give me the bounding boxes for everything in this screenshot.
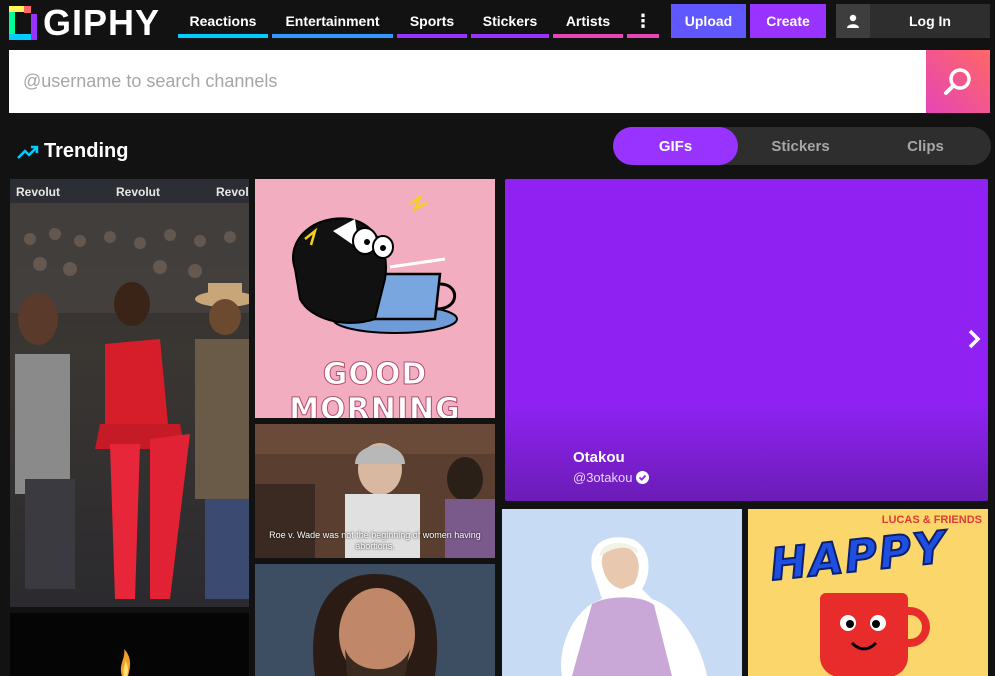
nav-reactions[interactable]: Reactions bbox=[178, 4, 268, 38]
login-button[interactable]: Log In bbox=[836, 4, 990, 38]
nav-stickers[interactable]: Stickers bbox=[471, 4, 549, 38]
giphy-logo[interactable]: GIPHY bbox=[9, 5, 160, 41]
crowd-image bbox=[10, 203, 249, 599]
happy-text: HAPPY bbox=[767, 521, 951, 592]
search-input[interactable] bbox=[9, 50, 926, 113]
channel-handle: @3otakou bbox=[573, 470, 633, 485]
channel-name: Otakou bbox=[573, 449, 625, 466]
dancing-woman-image bbox=[561, 537, 707, 676]
gif-tile-portrait[interactable] bbox=[255, 564, 495, 676]
tab-gifs[interactable]: GIFs bbox=[613, 127, 738, 165]
portrait-image bbox=[255, 564, 495, 676]
search-icon bbox=[944, 67, 971, 95]
tab-clips[interactable]: Clips bbox=[863, 127, 988, 165]
gif-tile-congress[interactable]: Roe v. Wade was not the beginning of wom… bbox=[255, 424, 495, 558]
featured-channel-banner[interactable]: Otakou @3otakou bbox=[505, 179, 988, 501]
verified-icon bbox=[636, 471, 650, 484]
gif-tile-good-morning[interactable]: GOOD MORNING bbox=[255, 179, 495, 418]
main-nav: Reactions Entertainment Sports Stickers … bbox=[178, 4, 663, 38]
gif-tile-happy-mug[interactable]: HAPPY LUCAS & FRIENDS bbox=[748, 509, 988, 676]
logo-text: GIPHY bbox=[43, 2, 161, 43]
login-label: Log In bbox=[909, 13, 951, 29]
trending-heading: Trending bbox=[17, 140, 128, 163]
nav-more-icon[interactable]: ⋮ bbox=[627, 4, 659, 38]
lucas-friends-logo: LUCAS & FRIENDS bbox=[881, 514, 982, 526]
nav-entertainment[interactable]: Entertainment bbox=[272, 4, 393, 38]
gif-tile-crowd[interactable]: Revolut Revolut Revolu bbox=[10, 179, 249, 607]
mug-handle bbox=[900, 607, 930, 647]
channel-handle-row: @3otakou bbox=[573, 470, 650, 485]
nav-artists[interactable]: Artists bbox=[553, 4, 623, 38]
nav-sports[interactable]: Sports bbox=[397, 4, 467, 38]
chevron-right-icon[interactable] bbox=[967, 329, 981, 355]
search-bar bbox=[9, 50, 990, 113]
good-morning-text: GOOD MORNING bbox=[289, 357, 461, 419]
create-button[interactable]: Create bbox=[750, 4, 826, 38]
channel-info[interactable]: Otakou @3otakou bbox=[573, 449, 650, 485]
upload-button[interactable]: Upload bbox=[671, 4, 746, 38]
search-button[interactable] bbox=[926, 50, 990, 113]
red-mug-image bbox=[820, 593, 908, 676]
content-type-tabs: GIFs Stickers Clips bbox=[613, 127, 991, 165]
trending-title: Trending bbox=[44, 140, 129, 162]
user-icon bbox=[836, 4, 870, 38]
gif-caption: Roe v. Wade was not the beginning of wom… bbox=[269, 530, 481, 551]
giphy-logo-icon bbox=[9, 6, 37, 40]
gif-tile-fire[interactable] bbox=[10, 613, 249, 676]
gif-tile-dancing-woman[interactable] bbox=[502, 509, 742, 676]
tab-stickers[interactable]: Stickers bbox=[738, 127, 863, 165]
trending-icon bbox=[17, 145, 39, 159]
flame-image bbox=[120, 649, 131, 676]
